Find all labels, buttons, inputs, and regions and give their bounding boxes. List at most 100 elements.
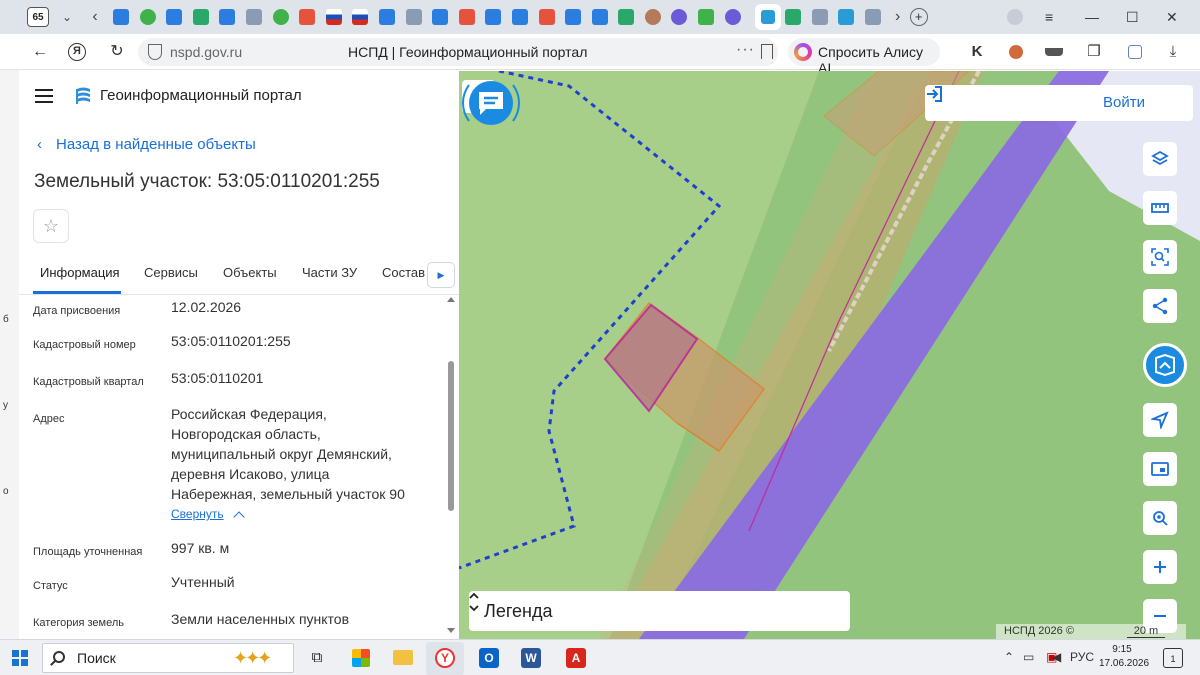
area-search-button[interactable]	[1143, 240, 1177, 274]
locate-button[interactable]	[1143, 501, 1177, 535]
back-arrow-icon[interactable]: ←	[30, 42, 50, 62]
address-line: Набережная, земельный участок 90	[171, 486, 405, 502]
tab-app-icon[interactable]	[166, 9, 183, 25]
tray-chevron-icon[interactable]: ⌃	[1004, 650, 1014, 664]
share-button[interactable]	[1143, 289, 1177, 323]
tab-cross-icon[interactable]	[785, 9, 802, 25]
tab-app-icon[interactable]	[432, 9, 449, 25]
legend-dropdown[interactable]: Легенда	[469, 591, 850, 631]
tab-pdf-icon[interactable]	[458, 9, 475, 25]
chat-button[interactable]	[459, 71, 523, 135]
extension-k-icon[interactable]: K	[968, 43, 986, 61]
basemap-switch-button[interactable]	[1143, 343, 1187, 387]
acrobat-icon[interactable]: A	[563, 645, 589, 671]
tabs-scroll-right-icon[interactable]: ›	[890, 8, 906, 26]
tab-count-badge[interactable]: 65	[27, 7, 49, 27]
download-icon[interactable]: ⤓	[1164, 43, 1182, 61]
hamburger-menu-icon[interactable]	[35, 89, 53, 103]
store-icon[interactable]	[348, 645, 374, 671]
new-tab-button[interactable]: +	[909, 8, 928, 26]
tab-emblem-icon[interactable]	[811, 9, 828, 25]
tab-flag-icon[interactable]	[325, 9, 342, 25]
tab-land-parts[interactable]: Части ЗУ	[302, 265, 357, 280]
tabs-next-button[interactable]: ▶	[427, 262, 455, 288]
tab-app-icon[interactable]	[485, 9, 502, 25]
url-field[interactable]: nspd.gov.ru НСПД | Геоинформационный пор…	[138, 38, 778, 66]
map-scale-bar: 20 m	[1127, 625, 1165, 638]
tab-check-icon[interactable]	[272, 9, 289, 25]
maximize-icon[interactable]: ☐	[1126, 0, 1142, 34]
minimap-button[interactable]	[1143, 452, 1177, 486]
tab-services[interactable]: Сервисы	[144, 265, 198, 280]
favorite-star-button[interactable]: ☆	[33, 209, 69, 243]
tab-app-icon[interactable]	[591, 9, 608, 25]
tab-pdf-icon[interactable]	[299, 9, 316, 25]
tab-emblem-icon[interactable]	[245, 9, 262, 25]
collapse-address-link[interactable]: Свернуть	[171, 507, 224, 521]
tab-mail-icon[interactable]	[113, 9, 129, 25]
file-explorer-icon[interactable]	[390, 645, 416, 671]
extension-dark-icon[interactable]	[1045, 43, 1063, 61]
yandex-icon[interactable]: Я	[68, 43, 86, 61]
tab-app-icon[interactable]	[724, 9, 741, 25]
scrollbar-thumb[interactable]	[448, 361, 454, 511]
network-icon[interactable]: ▭	[1023, 650, 1034, 664]
tab-app-icon[interactable]	[565, 9, 582, 25]
tab-app-icon[interactable]	[192, 9, 209, 25]
back-to-results-link[interactable]: ‹ Назад в найденные объекты	[37, 136, 256, 153]
yandex-browser-icon[interactable]: Y	[432, 645, 458, 671]
input-language[interactable]: РУС	[1070, 650, 1094, 664]
scroll-down-arrow[interactable]	[447, 628, 455, 633]
notifications-button[interactable]: 1	[1163, 648, 1183, 668]
legend-label: Легенда	[484, 601, 553, 621]
close-icon[interactable]: ✕	[1166, 0, 1182, 34]
outlook-icon[interactable]: O	[476, 645, 502, 671]
reload-icon[interactable]: ↻	[107, 42, 127, 62]
minimize-icon[interactable]: —	[1085, 0, 1101, 34]
tab-mail-icon[interactable]	[219, 9, 236, 25]
extension-shield-icon[interactable]	[1126, 43, 1144, 61]
tab-emblem-icon[interactable]	[405, 9, 422, 25]
windows-start-icon[interactable]	[12, 650, 28, 666]
chevron-down-icon[interactable]: ⌄	[59, 10, 75, 24]
tab-flag-icon[interactable]	[352, 9, 369, 25]
login-button[interactable]: Войти	[925, 85, 1193, 121]
ask-alice-button[interactable]: Спросить Алису AI	[788, 38, 940, 76]
tabs-scroll-left-icon[interactable]: ‹	[87, 8, 103, 26]
tab-composition[interactable]: Состав	[382, 265, 425, 280]
zoom-in-button[interactable]	[1143, 550, 1177, 584]
tab-avatar-icon[interactable]	[644, 9, 661, 25]
tab-mail-icon[interactable]	[378, 9, 395, 25]
more-dots-icon[interactable]: ···	[736, 41, 755, 59]
bookmark-icon[interactable]	[761, 44, 773, 59]
system-clock[interactable]: 9:15 17.06.2026	[1099, 643, 1149, 671]
tab-app-icon[interactable]	[838, 9, 855, 25]
map-canvas[interactable]: « Войти Легенд	[459, 71, 1200, 639]
tab-check-icon[interactable]	[139, 9, 156, 25]
tab-emblem-icon[interactable]	[865, 9, 882, 25]
layers-button[interactable]	[1143, 142, 1177, 176]
chevron-up-icon[interactable]	[233, 511, 245, 523]
volume-icon[interactable]: ◀	[1052, 650, 1061, 664]
tab-pdf-icon[interactable]	[538, 9, 555, 25]
task-view-icon[interactable]: ⧉	[304, 645, 330, 671]
tab-objects[interactable]: Объекты	[223, 265, 277, 280]
tab-information[interactable]: Информация	[40, 265, 120, 280]
profile-icon[interactable]	[1007, 0, 1027, 34]
tab-app-icon[interactable]	[671, 9, 688, 25]
navigate-button[interactable]	[1143, 403, 1177, 437]
scroll-up-arrow[interactable]	[447, 297, 455, 302]
tab-app-icon[interactable]	[698, 9, 715, 25]
menu-icon[interactable]: ≡	[1045, 0, 1061, 34]
extension-pin-icon[interactable]	[1007, 43, 1025, 61]
collections-icon[interactable]: ❐	[1085, 43, 1103, 61]
edge-glyph: о	[3, 486, 9, 497]
tab-active-nspd[interactable]	[755, 4, 782, 30]
ruler-button[interactable]	[1143, 191, 1177, 225]
login-label: Войти	[1103, 94, 1145, 111]
tab-app-icon[interactable]	[511, 9, 528, 25]
desktop-edge: б у о	[0, 70, 19, 639]
word-icon[interactable]: W	[518, 645, 544, 671]
tab-cross-icon[interactable]	[618, 9, 635, 25]
taskbar-search-box[interactable]: Поиск ✦✦✦	[42, 643, 294, 673]
